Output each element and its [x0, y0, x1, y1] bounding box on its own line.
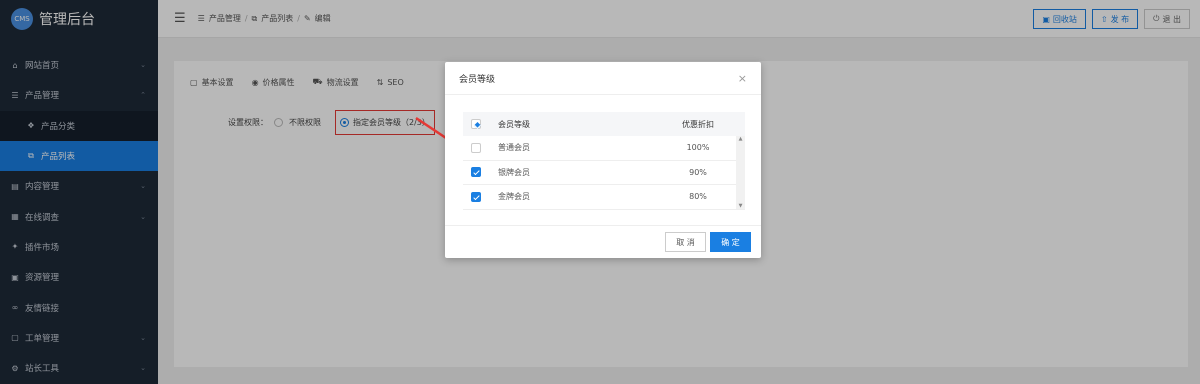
- row-checkbox[interactable]: [471, 142, 481, 153]
- table-row[interactable]: 金牌会员 80%: [463, 185, 745, 210]
- scroll-down-icon[interactable]: ▼: [739, 203, 743, 209]
- scroll-up-icon[interactable]: ▲: [739, 136, 743, 142]
- row-checkbox[interactable]: [471, 167, 481, 178]
- select-all-checkbox[interactable]: [471, 119, 481, 129]
- cancel-button[interactable]: 取 消: [665, 232, 706, 252]
- table-row[interactable]: 银牌会员 90%: [463, 161, 745, 185]
- column-header-discount: 优惠折扣: [682, 119, 714, 129]
- member-level-modal: 会员等级 × 会员等级 优惠折扣 普通会员 100% 银牌会员 90% 金牌会员 80% …: [445, 62, 761, 258]
- member-level-name: 普通会员: [498, 143, 530, 153]
- row-checkbox[interactable]: [471, 191, 481, 202]
- confirm-button[interactable]: 确 定: [710, 232, 751, 252]
- member-level-discount: 90%: [689, 167, 707, 177]
- member-level-table: 会员等级 优惠折扣 普通会员 100% 银牌会员 90% 金牌会员 80% ▲ ▼: [463, 112, 745, 210]
- member-level-discount: 100%: [686, 143, 710, 153]
- table-header: 会员等级 优惠折扣: [463, 112, 745, 136]
- member-level-discount: 80%: [689, 192, 707, 202]
- member-level-name: 金牌会员: [498, 192, 530, 202]
- modal-title: 会员等级: [445, 62, 761, 95]
- table-row[interactable]: 普通会员 100%: [463, 136, 745, 161]
- close-icon[interactable]: ×: [738, 72, 747, 85]
- modal-footer-divider: [445, 225, 761, 226]
- table-scrollbar[interactable]: ▲ ▼: [736, 136, 745, 209]
- member-level-name: 银牌会员: [498, 167, 530, 177]
- column-header-level: 会员等级: [498, 119, 530, 129]
